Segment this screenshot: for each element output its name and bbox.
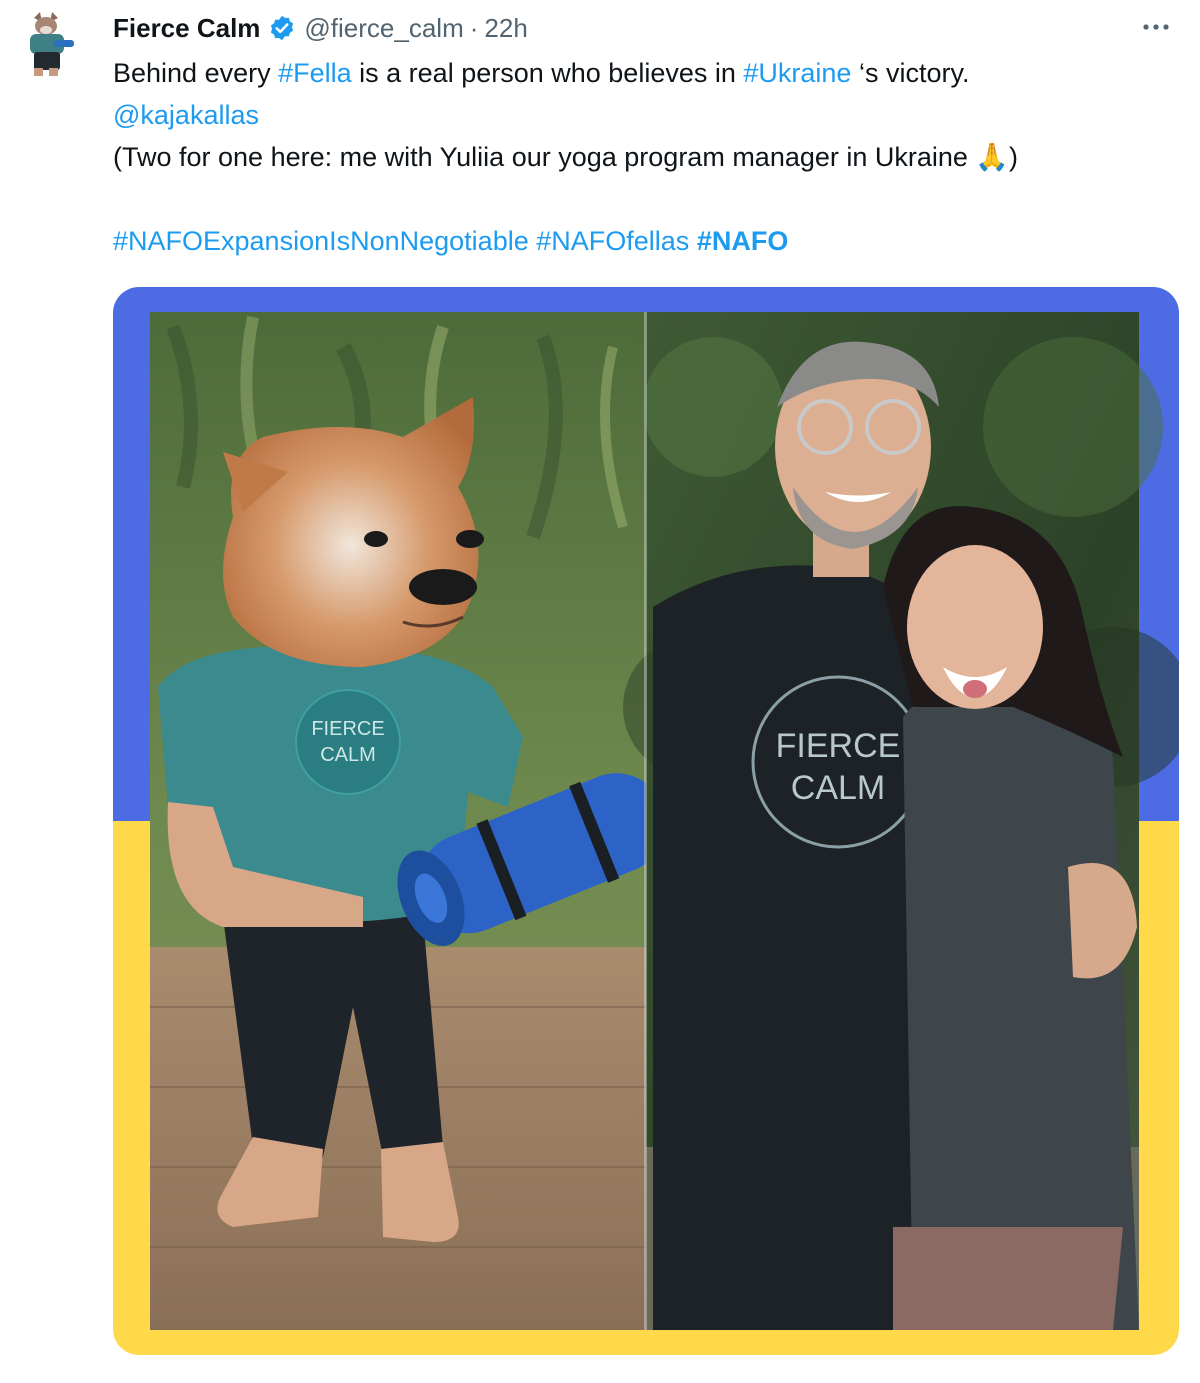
tweet-text: Behind every #Fella is a real person who… (113, 52, 1183, 262)
text-segment: is a real person who believes in (351, 58, 744, 88)
tweet-timestamp[interactable]: 22h (484, 13, 527, 44)
hashtag-fella[interactable]: #Fella (278, 58, 352, 88)
tweet-hashtags-line: #NAFOExpansionIsNonNegotiable #NAFOfella… (113, 220, 1183, 262)
tweet-text-line-3: (Two for one here: me with Yuliia our yo… (113, 142, 1019, 172)
header-separator: · (469, 12, 479, 43)
left-logo-text-2: CALM (320, 744, 376, 766)
text-segment: Behind every (113, 58, 279, 88)
left-shirt-logo (295, 689, 401, 795)
hashtag-nafo[interactable]: #NAFO (697, 226, 789, 256)
mention-kajakallas[interactable]: @kajakallas (113, 100, 259, 130)
author-handle[interactable]: @fierce_calm (304, 13, 463, 44)
hashtag-ukraine[interactable]: #Ukraine (743, 58, 851, 88)
media-composite: FIERCE CALM FIERCE CALM (113, 287, 1179, 1355)
tweet-card[interactable]: Fierce Calm @fierce_calm · 22h Behind ev… (0, 0, 1200, 1383)
verified-badge-icon (271, 15, 294, 41)
left-logo-text-1: FIERCE (311, 718, 384, 740)
tweet-text-line-2: @kajakallas (113, 94, 1183, 136)
tweet-text-line-1: Behind every #Fella is a real person who… (113, 52, 1183, 94)
left-photo-fella: FIERCE CALM (150, 312, 667, 1330)
right-logo-text-1: FIERCE (776, 727, 901, 765)
fella-avatar-icon[interactable] (20, 10, 80, 82)
hashtag-nafofellas[interactable]: #NAFOfellas (536, 226, 689, 256)
author-display-name[interactable]: Fierce Calm (113, 13, 260, 44)
right-logo-text-2: CALM (791, 769, 885, 807)
text-segment: ‘s victory. (851, 58, 970, 88)
tweet-header: Fierce Calm @fierce_calm · 22h (113, 10, 528, 46)
hashtag-nafo-expansion[interactable]: #NAFOExpansionIsNonNegotiable (113, 226, 529, 256)
tweet-media-image[interactable]: FIERCE CALM FIERCE CALM (113, 287, 1179, 1355)
right-photo-people: FIERCE CALM (623, 312, 1179, 1330)
photo-divider (644, 312, 647, 1330)
more-horizontal-icon[interactable] (1136, 12, 1176, 42)
